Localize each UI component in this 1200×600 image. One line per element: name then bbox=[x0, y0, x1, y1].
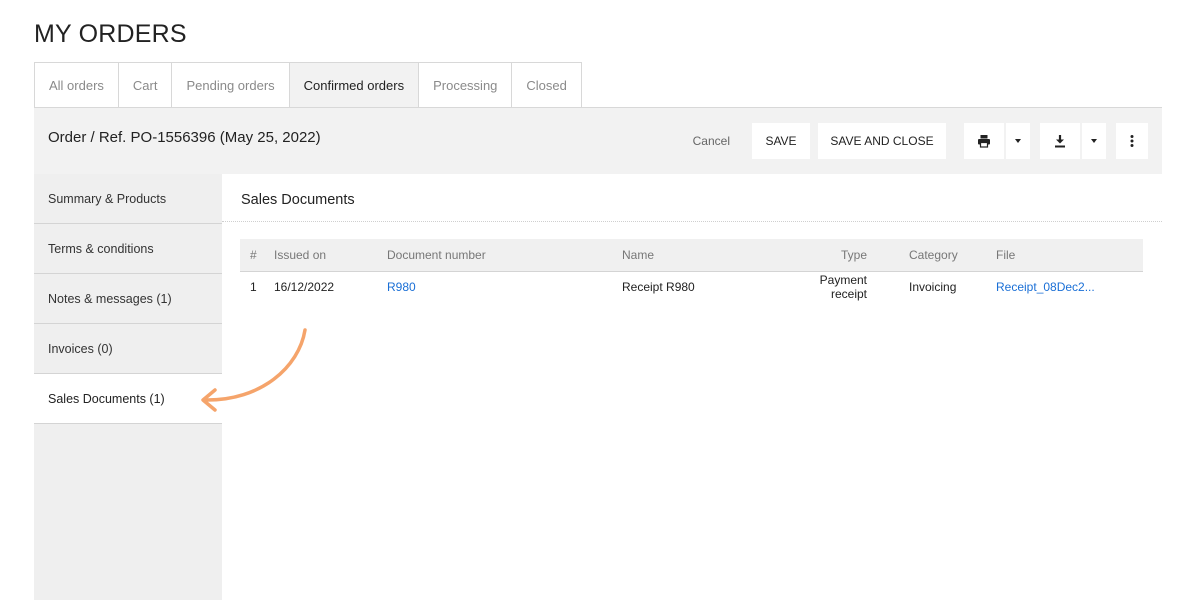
save-button[interactable]: SAVE bbox=[752, 123, 810, 159]
divider bbox=[222, 221, 1162, 222]
more-vertical-icon bbox=[1130, 135, 1134, 147]
tab-all-orders[interactable]: All orders bbox=[34, 62, 119, 108]
save-and-close-button[interactable]: SAVE AND CLOSE bbox=[818, 123, 946, 159]
print-options-button[interactable] bbox=[1006, 123, 1030, 159]
row-name: Receipt R980 bbox=[622, 280, 695, 295]
tab-processing[interactable]: Processing bbox=[419, 62, 513, 108]
sidebar-item-notes-messages[interactable]: Notes & messages (1) bbox=[34, 274, 222, 324]
order-header-bar: Order / Ref. PO-1556396 (May 25, 2022) C… bbox=[34, 107, 1162, 174]
chevron-down-icon bbox=[1015, 139, 1021, 143]
table-header-row: # Issued on Document number Name Type Ca… bbox=[240, 239, 1143, 272]
order-title: Order / Ref. PO-1556396 (May 25, 2022) bbox=[48, 129, 321, 146]
column-header-document-number[interactable]: Document number bbox=[387, 239, 622, 272]
sidebar-item-invoices[interactable]: Invoices (0) bbox=[34, 324, 222, 374]
cancel-button[interactable]: Cancel bbox=[693, 134, 730, 148]
order-tabs: All orders Cart Pending orders Confirmed… bbox=[34, 62, 582, 108]
print-button[interactable] bbox=[964, 123, 1004, 159]
print-icon bbox=[978, 135, 990, 148]
row-type: Payment receipt bbox=[819, 273, 867, 302]
more-options-button[interactable] bbox=[1116, 123, 1148, 159]
section-title: Sales Documents bbox=[241, 192, 355, 208]
column-header-number[interactable]: # bbox=[240, 239, 274, 272]
sidebar-item-terms-conditions[interactable]: Terms & conditions bbox=[34, 224, 222, 274]
column-header-category[interactable]: Category bbox=[909, 239, 996, 272]
file-link[interactable]: Receipt_08Dec2... bbox=[996, 280, 1095, 294]
column-header-type[interactable]: Type bbox=[782, 239, 909, 272]
sales-documents-panel: Sales Documents # Issued on Document num… bbox=[222, 174, 1162, 600]
download-icon bbox=[1055, 135, 1065, 148]
table-row[interactable]: 1 16/12/2022 R980 Receipt R980 Payment r… bbox=[240, 271, 1143, 303]
tab-confirmed-orders[interactable]: Confirmed orders bbox=[289, 62, 420, 108]
row-issued-on: 16/12/2022 bbox=[274, 280, 335, 295]
sidebar-item-sales-documents[interactable]: Sales Documents (1) bbox=[34, 374, 222, 424]
sidebar-item-summary-products[interactable]: Summary & Products bbox=[34, 174, 222, 224]
download-button[interactable] bbox=[1040, 123, 1080, 159]
document-number-link[interactable]: R980 bbox=[387, 280, 416, 294]
tab-closed[interactable]: Closed bbox=[512, 62, 582, 108]
download-options-button[interactable] bbox=[1082, 123, 1106, 159]
tab-cart[interactable]: Cart bbox=[118, 62, 173, 108]
order-toolbar: Cancel SAVE SAVE AND CLOSE bbox=[693, 123, 1148, 159]
column-header-file[interactable]: File bbox=[996, 239, 1143, 272]
row-category: Invoicing bbox=[909, 280, 957, 295]
tab-pending-orders[interactable]: Pending orders bbox=[172, 62, 290, 108]
column-header-issued-on[interactable]: Issued on bbox=[274, 239, 387, 272]
column-header-name[interactable]: Name bbox=[622, 239, 782, 272]
annotation-arrow-icon bbox=[201, 328, 307, 412]
chevron-down-icon bbox=[1091, 139, 1097, 143]
page-title: MY ORDERS bbox=[34, 20, 187, 48]
sales-documents-table: # Issued on Document number Name Type Ca… bbox=[240, 239, 1143, 303]
order-sidebar: Summary & Products Terms & conditions No… bbox=[34, 174, 222, 600]
row-number: 1 bbox=[250, 280, 257, 295]
